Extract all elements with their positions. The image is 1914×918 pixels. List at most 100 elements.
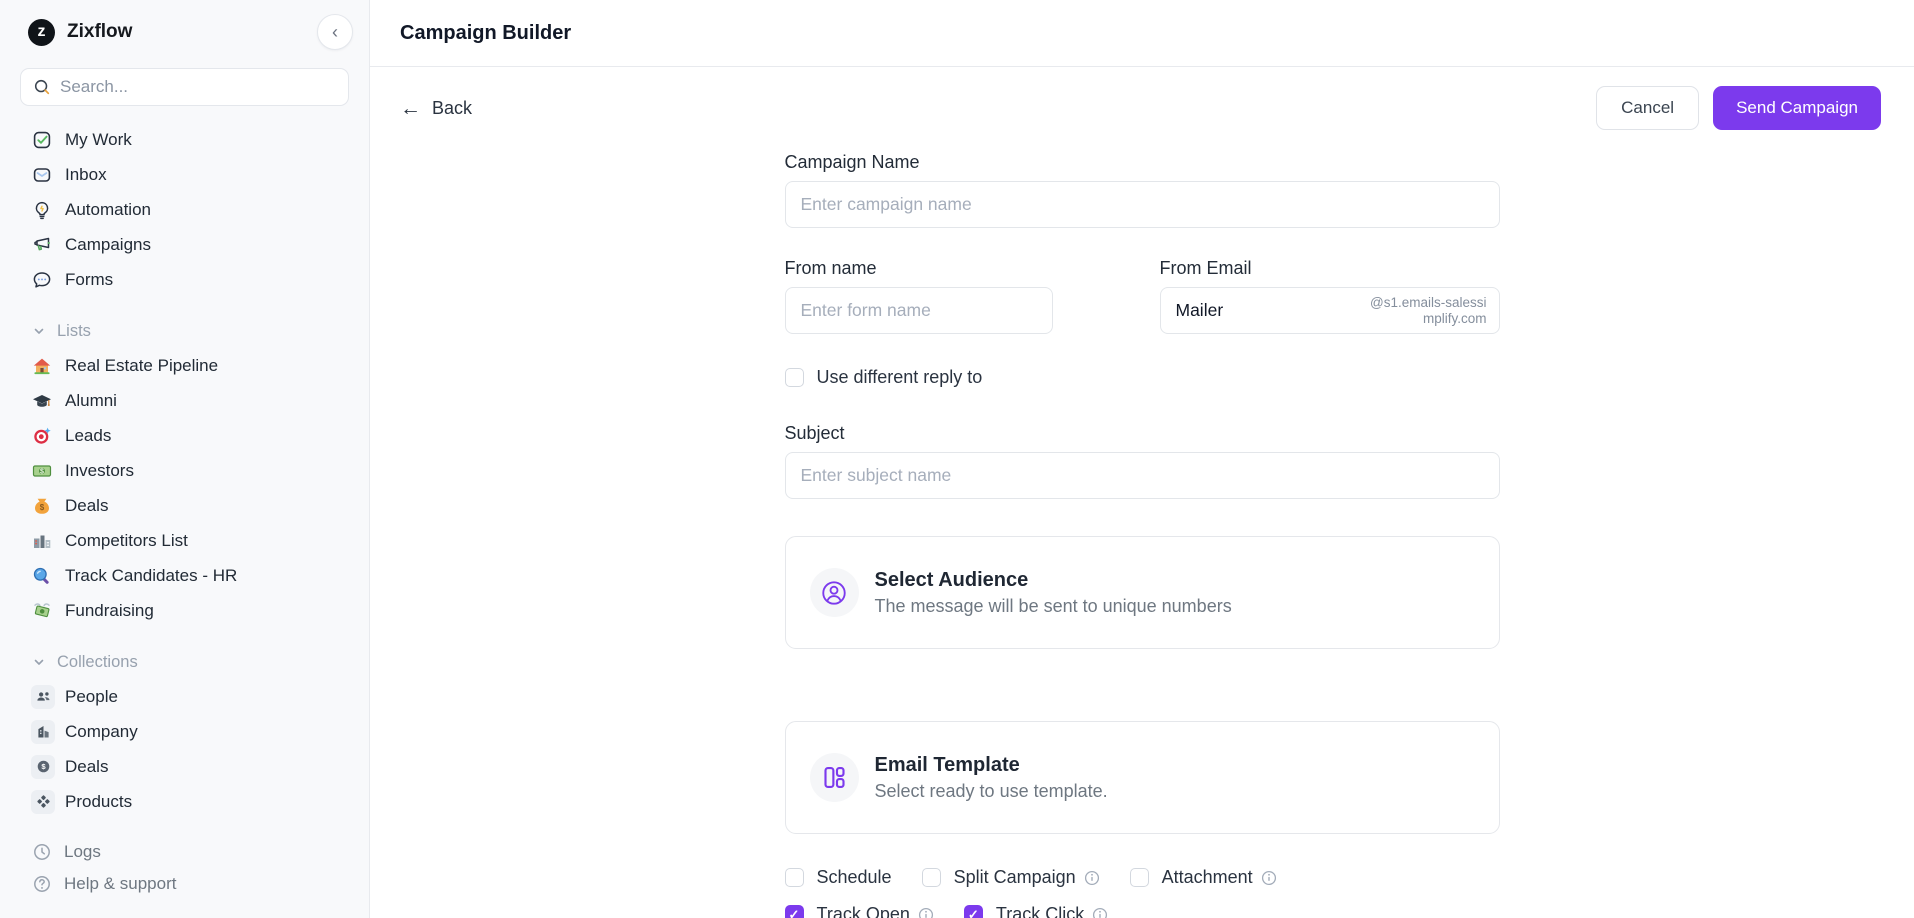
magnifier-icon [31, 565, 52, 586]
money-bag-icon: $ [31, 495, 52, 516]
template-card-title: Email Template [875, 754, 1108, 777]
campaign-name-input[interactable] [785, 181, 1500, 228]
page-title: Campaign Builder [400, 22, 571, 45]
sidebar-item-products[interactable]: Products [0, 784, 369, 819]
sidebar-item-leads[interactable]: Leads [0, 418, 369, 453]
from-email-value[interactable]: Mailer [1176, 300, 1224, 321]
back-button[interactable]: ← Back [400, 98, 472, 119]
from-email-domain: @s1.emails-salessimplify.com [1369, 295, 1487, 326]
sidebar-item-alumni[interactable]: Alumni [0, 383, 369, 418]
sidebar-item-competitors-list[interactable]: Competitors List [0, 523, 369, 558]
main-area: Campaign Builder ← Back Cancel Send Camp… [370, 0, 1914, 918]
sidebar-nav: My Work Inbox Automation [0, 122, 369, 836]
search-icon [33, 78, 51, 96]
sidebar-item-people[interactable]: People [0, 679, 369, 714]
audience-user-icon [810, 568, 859, 617]
send-campaign-button[interactable]: Send Campaign [1713, 86, 1881, 130]
zixflow-logo-icon: z [28, 19, 55, 46]
inbox-icon [31, 164, 52, 185]
audience-card-subtitle: The message will be sent to unique numbe… [875, 596, 1232, 617]
template-card-subtitle: Select ready to use template. [875, 781, 1108, 802]
checkbox-icon[interactable] [922, 868, 941, 887]
products-icon [31, 790, 55, 814]
options-row-2: Track Open Track Click [785, 904, 1500, 918]
sidebar-item-fundraising[interactable]: Fundraising [0, 593, 369, 628]
chevron-down-icon [33, 656, 45, 668]
sidebar-search[interactable] [20, 68, 349, 106]
sidebar-item-deals-collection[interactable]: $ Deals [0, 749, 369, 784]
sidebar-item-campaigns[interactable]: Campaigns [0, 227, 369, 262]
graduation-cap-icon [31, 390, 52, 411]
info-icon[interactable] [1261, 870, 1277, 886]
search-input[interactable] [60, 77, 336, 97]
info-icon[interactable] [918, 907, 934, 918]
sidebar-item-help-support[interactable]: Help & support [0, 868, 369, 900]
campaign-form: Campaign Name From name From Email Maile… [370, 131, 1914, 918]
back-arrow-icon: ← [400, 98, 421, 119]
automation-icon [31, 199, 52, 220]
from-name-label: From name [785, 258, 1053, 279]
from-name-input[interactable] [785, 287, 1053, 334]
sidebar-item-automation[interactable]: Automation [0, 192, 369, 227]
from-email-field[interactable]: Mailer @s1.emails-salessimplify.com [1160, 287, 1500, 334]
sidebar-item-logs[interactable]: Logs [0, 836, 369, 868]
campaign-name-label: Campaign Name [785, 152, 1500, 173]
select-audience-card[interactable]: Select Audience The message will be sent… [785, 536, 1500, 649]
sidebar-item-my-work[interactable]: My Work [0, 122, 369, 157]
money-wings-icon [31, 600, 52, 621]
titlebar: Campaign Builder [370, 0, 1914, 67]
factory-icon [31, 530, 52, 551]
people-icon [31, 685, 55, 709]
campaign-toolbar: ← Back Cancel Send Campaign [370, 67, 1914, 131]
track-click-checkbox[interactable]: Track Click [964, 904, 1108, 918]
logs-icon [31, 842, 52, 863]
sidebar-item-forms[interactable]: Forms [0, 262, 369, 297]
sidebar-item-track-candidates-hr[interactable]: Track Candidates - HR [0, 558, 369, 593]
checkbox-icon[interactable] [785, 905, 804, 918]
help-icon [31, 874, 52, 895]
audience-card-title: Select Audience [875, 569, 1232, 592]
sidebar-header: z Zixflow ‹ [0, 0, 369, 64]
back-label: Back [432, 98, 472, 119]
template-layout-icon [810, 753, 859, 802]
sidebar-item-deals-list[interactable]: $ Deals [0, 488, 369, 523]
split-campaign-checkbox[interactable]: Split Campaign [922, 867, 1100, 888]
target-icon [31, 425, 52, 446]
svg-text:$: $ [39, 502, 44, 511]
forms-icon [31, 269, 52, 290]
sidebar: z Zixflow ‹ My Work [0, 0, 370, 918]
sidebar-item-inbox[interactable]: Inbox [0, 157, 369, 192]
attachment-checkbox[interactable]: Attachment [1130, 867, 1277, 888]
house-icon [31, 355, 52, 376]
checkbox-icon[interactable] [1130, 868, 1149, 887]
info-icon[interactable] [1084, 870, 1100, 886]
schedule-checkbox[interactable]: Schedule [785, 867, 892, 888]
svg-text:$: $ [40, 468, 44, 475]
company-icon [31, 720, 55, 744]
sidebar-section-collections[interactable]: Collections [0, 645, 369, 679]
options-row-1: Schedule Split Campaign Attachment [785, 867, 1500, 888]
checkbox-icon[interactable] [964, 905, 983, 918]
sidebar-collapse-button[interactable]: ‹ [317, 14, 353, 50]
from-email-label: From Email [1160, 258, 1500, 279]
sidebar-item-company[interactable]: Company [0, 714, 369, 749]
checkbox-icon[interactable] [785, 368, 804, 387]
info-icon[interactable] [1092, 907, 1108, 918]
subject-label: Subject [785, 423, 1500, 444]
cancel-button[interactable]: Cancel [1596, 86, 1699, 130]
track-open-checkbox[interactable]: Track Open [785, 904, 934, 918]
use-different-reply-label: Use different reply to [817, 367, 983, 388]
my-work-icon [31, 129, 52, 150]
sidebar-footer: Logs Help & support [0, 836, 369, 900]
sidebar-item-investors[interactable]: $ Investors [0, 453, 369, 488]
email-template-card[interactable]: Email Template Select ready to use templ… [785, 721, 1500, 834]
subject-input[interactable] [785, 452, 1500, 499]
checkbox-icon[interactable] [785, 868, 804, 887]
use-different-reply-checkbox[interactable]: Use different reply to [785, 367, 1500, 388]
campaigns-icon [31, 234, 52, 255]
banknote-icon: $ [31, 460, 52, 481]
sidebar-section-lists[interactable]: Lists [0, 314, 369, 348]
chevron-down-icon [33, 325, 45, 337]
sidebar-item-real-estate-pipeline[interactable]: Real Estate Pipeline [0, 348, 369, 383]
dollar-circle-icon: $ [31, 755, 55, 779]
